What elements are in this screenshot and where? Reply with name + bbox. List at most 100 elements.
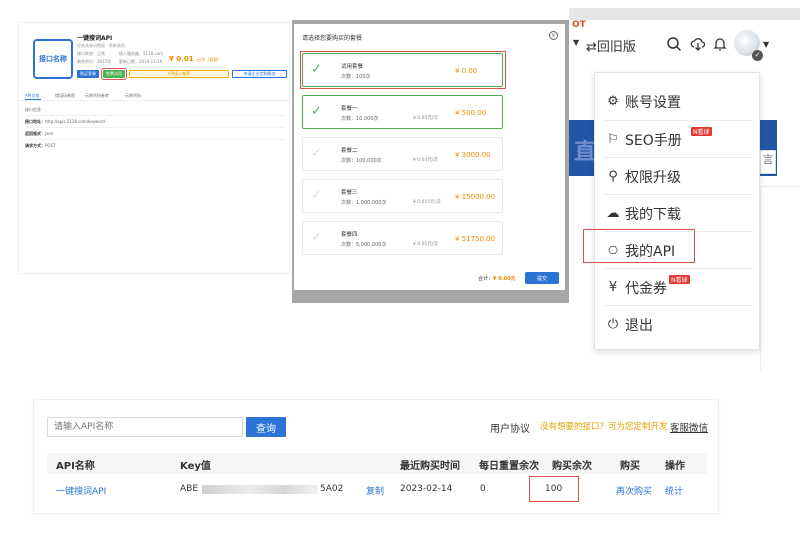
column-header-last-buy: 最近购买时间	[400, 461, 460, 472]
background-panel	[760, 186, 800, 371]
api-search-input[interactable]	[47, 417, 243, 437]
daily-reset-count: 0	[480, 484, 486, 494]
new-badge: N看球	[691, 127, 712, 136]
chevron-down-icon[interactable]: ▼	[763, 40, 769, 49]
check-icon: ✓	[311, 104, 322, 119]
user-dropdown-menu: ⚙ 账号设置 ⚐ SEO手册 N看球 ⚲ 权限升级 ☁ 我的下载 ⎔ 我的API…	[594, 72, 760, 350]
menu-item-label: 账号设置	[625, 94, 681, 111]
support-wechat-link[interactable]: 客服微信	[670, 420, 708, 434]
bell-icon[interactable]	[712, 36, 728, 52]
column-header-api-name: API名称	[56, 461, 95, 472]
divider	[25, 139, 285, 140]
rebuy-button[interactable]: 再次购买	[616, 484, 652, 497]
tab-error-codes[interactable]: 错误码参照	[55, 93, 75, 99]
menu-item-label: 我的下载	[625, 206, 681, 223]
custom-dev-link[interactable]: 没有想要的接口？可为您定制开发	[540, 420, 668, 432]
api-subtitle: 综合关键词数据 · 简单易用	[77, 43, 125, 48]
divider	[25, 127, 285, 128]
api-title: 一键搜词API	[77, 35, 113, 42]
plan-name: 试用套餐	[341, 64, 364, 70]
modal-total: 合计：¥ 0.00元	[478, 275, 516, 282]
plan-price: ¥ 51750.00	[455, 235, 496, 243]
api-logo: 接口名称	[33, 39, 73, 79]
plan-price: ¥ 3000.00	[455, 151, 491, 159]
cloud-download-icon: ☁	[606, 206, 620, 221]
plan-unit-price: ¥ 0.015元/次	[413, 200, 441, 205]
free-trial-button[interactable]: 免费试用	[101, 68, 127, 80]
api-meta-status: 接口状态：正常	[77, 51, 105, 56]
header-strip	[569, 8, 800, 20]
check-icon: ✓	[311, 230, 322, 245]
buy-package-button[interactable]: 购买套餐	[77, 70, 99, 78]
api-name-link[interactable]: 一键搜词API	[56, 484, 106, 497]
menu-item-label: SEO手册	[625, 132, 682, 149]
api-key-suffix: 5A02	[320, 484, 344, 494]
column-header-actions: 操作	[665, 461, 685, 472]
api-price-value: ¥ 0.01	[169, 55, 194, 63]
search-icon[interactable]	[666, 36, 682, 52]
gear-icon: ⚙	[607, 94, 619, 109]
close-icon[interactable]: ×	[549, 31, 558, 40]
modal-title: 请选择您要购买的套餐	[302, 35, 363, 42]
plan-option-1[interactable]: ✓ 套餐一 次数：10,000次 ¥ 0.05元/次 ¥ 500.00	[302, 95, 503, 129]
menu-item-vouchers[interactable]: ¥ 代金券 N看球	[595, 269, 761, 306]
check-icon: ✓	[311, 188, 322, 203]
api-key-prefix: ABE	[180, 484, 199, 494]
api-detail-card: 接口名称 一键搜词API 综合关键词数据 · 简单易用 接口状态：正常 接入服务…	[18, 22, 291, 274]
api-price-suffix: 元/次（套餐）	[196, 57, 222, 62]
api-meta-server: 接入服务器：5118.com	[119, 51, 163, 56]
table-header	[47, 453, 707, 474]
voucher-icon: ¥	[608, 280, 618, 295]
tab-sample-code[interactable]: 示例代码	[125, 93, 141, 99]
query-button[interactable]: 查询	[246, 417, 286, 437]
submit-button[interactable]: 提交	[525, 272, 559, 284]
menu-item-seo-manual[interactable]: ⚐ SEO手册 N看球	[595, 121, 761, 158]
detail-endpoint: 接口地址：http://apis.5118.com/keyword	[25, 119, 105, 124]
menu-item-upgrade[interactable]: ⚲ 权限升级	[595, 158, 761, 195]
section-title: 接口信息	[25, 107, 41, 112]
plan-price: ¥ 15000.00	[455, 193, 496, 201]
menu-item-my-downloads[interactable]: ☁ 我的下载	[595, 195, 761, 232]
plan-unit-price: ¥ 0.05元/次	[413, 116, 438, 121]
plan-option-4[interactable]: ✓ 套餐四 次数：5,000,000次 ¥ 0.01元/次 ¥ 51750.00	[302, 221, 503, 255]
column-header-daily-reset: 每日重置余次	[479, 461, 539, 472]
api-key-masked	[202, 485, 318, 494]
stats-button[interactable]: 统计	[665, 484, 683, 497]
plan-option-3[interactable]: ✓ 套餐三 次数：1,000,000次 ¥ 0.015元/次 ¥ 15000.0…	[302, 179, 503, 213]
plan-price: ¥ 500.00	[455, 109, 487, 117]
cloud-download-icon[interactable]	[690, 36, 706, 52]
my-api-highlight-frame	[583, 229, 695, 263]
api-tabs: API文档 错误码参照 示例代码参考 示例代码	[19, 91, 291, 101]
menu-item-logout[interactable]: ⏻ 退出	[595, 306, 761, 343]
plan-option-2[interactable]: ✓ 套餐二 次数：100,000次 ¥ 0.03元/次 ¥ 3000.00	[302, 137, 503, 171]
check-icon: ✓	[311, 146, 322, 161]
plan-count: 次数：1,000,000次	[341, 200, 387, 206]
chevron-down-icon[interactable]: ▼	[573, 38, 579, 47]
plan-price: ¥ 0.00	[455, 67, 478, 75]
remaining-count: 100	[545, 484, 563, 494]
copy-key-button[interactable]: 复制	[366, 484, 384, 497]
return-old-version-link[interactable]: ⇄回旧版	[586, 36, 636, 55]
tab-sample-ref[interactable]: 示例代码参考	[85, 93, 109, 99]
menu-item-account-settings[interactable]: ⚙ 账号设置	[595, 83, 761, 120]
plan-name: 套餐三	[341, 190, 358, 196]
divider	[25, 115, 285, 116]
total-label: 合计：	[478, 276, 494, 282]
api-meta-remaining: 剩余积分：2617次	[77, 59, 112, 64]
column-header-key: Key值	[180, 461, 211, 472]
plan-name: 套餐二	[341, 148, 358, 154]
user-agreement-link[interactable]: 用户协议	[490, 420, 530, 435]
plan-name: 套餐四	[341, 232, 358, 238]
api-price: ¥ 0.01 元/次（套餐）	[169, 55, 221, 63]
plan-count: 次数：10,000次	[341, 116, 379, 122]
menu-item-label: 退出	[625, 317, 653, 334]
detail-format: 返回格式：json	[25, 131, 54, 136]
api-promo-button[interactable]: API接入推荐	[129, 70, 229, 78]
seo-book-icon: ⚐	[607, 132, 619, 147]
plan-option-trial[interactable]: ✓ 试用套餐 次数：100次 ¥ 0.00	[302, 53, 503, 87]
plan-count: 次数：100,000次	[341, 158, 382, 164]
api-meta-updated: 更新日期：2019-11-26	[119, 59, 163, 64]
purchase-modal: 请选择您要购买的套餐 × ✓ 试用套餐 次数：100次 ¥ 0.00 ✓ 套餐一…	[294, 24, 565, 290]
menu-item-label: 权限升级	[625, 169, 681, 186]
enterprise-custom-button[interactable]: 申请企业定制服务	[232, 70, 287, 78]
